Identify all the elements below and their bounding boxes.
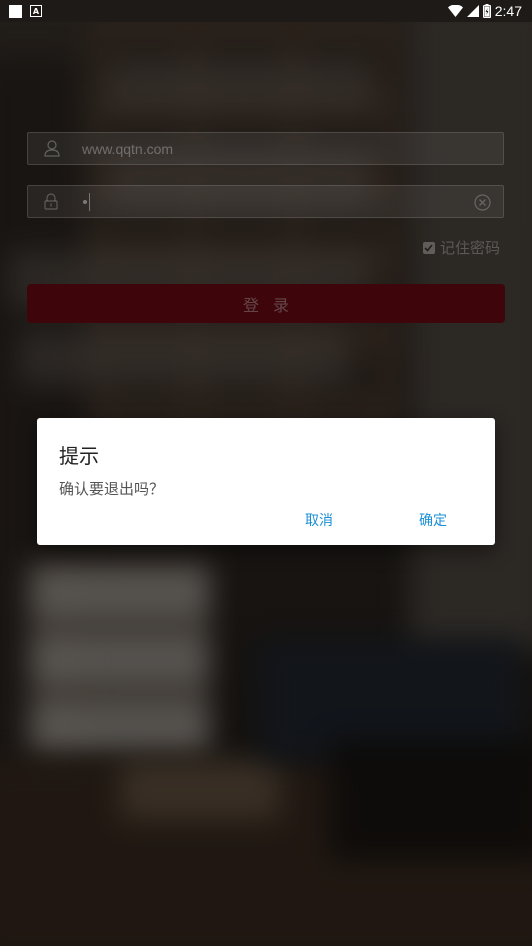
wifi-icon xyxy=(447,5,463,17)
clock-time: 2:47 xyxy=(494,3,522,19)
a-square-icon: A xyxy=(30,5,42,17)
cancel-button[interactable]: 取消 xyxy=(305,510,333,530)
dialog-message: 确认要退出吗？ xyxy=(59,480,165,498)
confirm-button[interactable]: 确定 xyxy=(419,510,447,530)
status-bar: A 2:47 xyxy=(0,0,532,22)
battery-charging-icon xyxy=(482,4,491,18)
dialog-title: 提示 xyxy=(59,444,99,468)
cellular-signal-icon xyxy=(466,5,479,17)
blank-square-icon xyxy=(9,4,22,18)
exit-confirm-dialog: 提示 确认要退出吗？ 取消 确定 xyxy=(37,418,495,545)
